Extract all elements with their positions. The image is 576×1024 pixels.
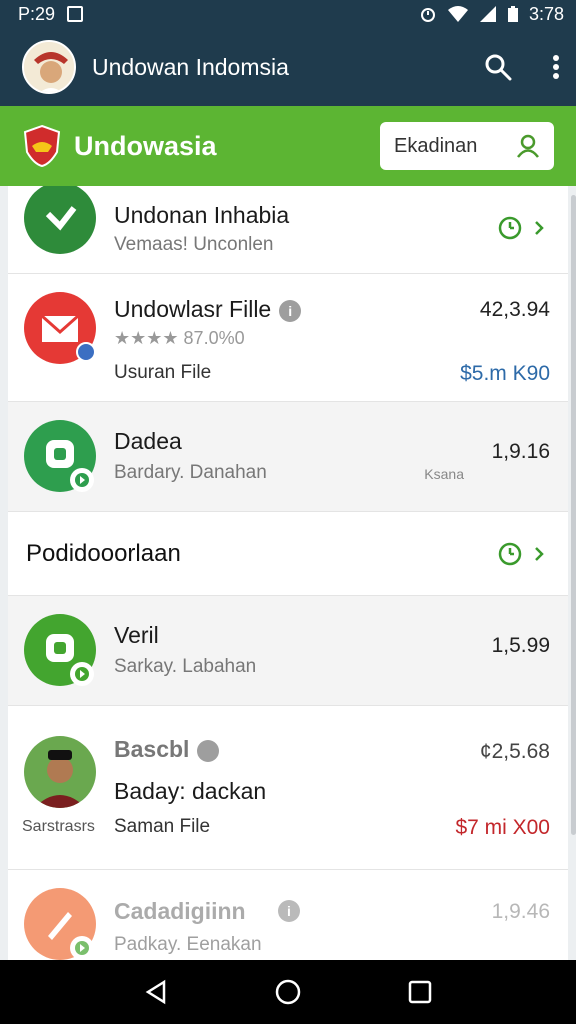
notification-icon: [67, 6, 84, 22]
play-badge-icon: [70, 468, 94, 492]
item-value: 42,3.94: [479, 298, 550, 321]
play-badge-icon: [70, 662, 94, 686]
app-bar: Undowan Indomsia: [0, 28, 576, 106]
item-caption: Usuran File: [114, 362, 212, 383]
info-icon[interactable]: i: [278, 900, 300, 922]
home-icon[interactable]: [274, 978, 302, 1006]
shield-icon: [23, 124, 61, 168]
item-value: 1,5.99: [491, 634, 550, 657]
item-subtitle: Baday: dackan: [114, 778, 267, 804]
list-item[interactable]: Veril Sarkay. Labahan 1,5.99: [8, 596, 568, 706]
status-bar: P:29 3:78: [0, 0, 576, 28]
item-subtitle: Padkay. Eenakan: [114, 934, 262, 955]
battery-icon: [507, 6, 518, 22]
list-item[interactable]: Undonan Inhabia Vemaas! Unconlen: [8, 186, 568, 274]
item-title: Undonan Inhabia: [114, 202, 290, 228]
signal-icon: [479, 6, 496, 22]
item-small-label: Ksana: [424, 466, 464, 482]
badge-dot: [76, 342, 96, 362]
section-header[interactable]: Podidooorlaan: [8, 512, 568, 596]
scrollbar[interactable]: [571, 195, 576, 835]
content-list: Undonan Inhabia Vemaas! Unconlen Undowla…: [8, 186, 568, 960]
item-title: Dadea: [114, 428, 182, 454]
item-title: Cadadigiinn: [114, 898, 246, 924]
login-button-label: Ekadinan: [394, 134, 478, 157]
app-icon: [24, 186, 96, 254]
status-time-right: 3:78: [528, 3, 564, 24]
alarm-icon: [420, 8, 435, 22]
item-rating: ★★★★ 87.0%0: [114, 328, 245, 348]
clock-chevron-icon[interactable]: [498, 216, 554, 240]
item-price: $7 mi X00: [455, 816, 550, 839]
wifi-icon: [447, 6, 468, 22]
search-icon[interactable]: [484, 53, 512, 81]
brand-name: Undowasia: [74, 130, 217, 161]
list-item[interactable]: Undowlasr Fille i ★★★★ 87.0%0 Usuran File…: [8, 274, 568, 402]
item-value: ¢2,5.68: [479, 740, 550, 763]
item-subtitle: Sarkay. Labahan: [114, 656, 257, 677]
clock-chevron-icon[interactable]: [498, 542, 554, 566]
list-item[interactable]: Dadea Bardary. Danahan Ksana 1,9.16: [8, 402, 568, 512]
status-time-left: P:29: [18, 3, 56, 24]
item-title: Veril: [114, 622, 159, 648]
item-value: 1,9.46: [491, 900, 550, 923]
list-item[interactable]: Sarstrasrs Bascbl Baday: dackan Saman Fi…: [8, 706, 568, 870]
info-icon[interactable]: [197, 739, 220, 762]
app-logo: [22, 40, 76, 94]
person-icon: [517, 134, 539, 158]
app-title: Undowan Indomsia: [92, 53, 289, 80]
brand-header: Undowasia Ekadinan: [0, 106, 576, 186]
list-item[interactable]: Cadadigiinn i Padkay. Eenakan 1,9.46: [8, 870, 568, 960]
recents-icon[interactable]: [406, 978, 434, 1006]
system-nav-bar: [0, 960, 576, 1024]
back-icon[interactable]: [142, 978, 170, 1006]
more-vert-icon[interactable]: [552, 54, 560, 80]
item-title: Undowlasr Fille i: [114, 296, 302, 323]
login-button[interactable]: Ekadinan: [380, 122, 554, 170]
item-subtitle: Vemaas! Unconlen: [114, 234, 274, 255]
item-value: 1,9.16: [491, 440, 550, 463]
section-title: Podidooorlaan: [26, 540, 181, 567]
avatar: [24, 736, 96, 808]
item-caption: Saman File: [114, 816, 211, 837]
item-subtitle: Bardary. Danahan: [114, 462, 267, 483]
item-price: $5.m K90: [460, 362, 550, 385]
info-icon[interactable]: i: [279, 299, 302, 322]
item-title: Bascbl: [114, 736, 220, 763]
avatar-caption: Sarstrasrs: [22, 818, 95, 835]
play-badge-icon: [70, 936, 94, 960]
